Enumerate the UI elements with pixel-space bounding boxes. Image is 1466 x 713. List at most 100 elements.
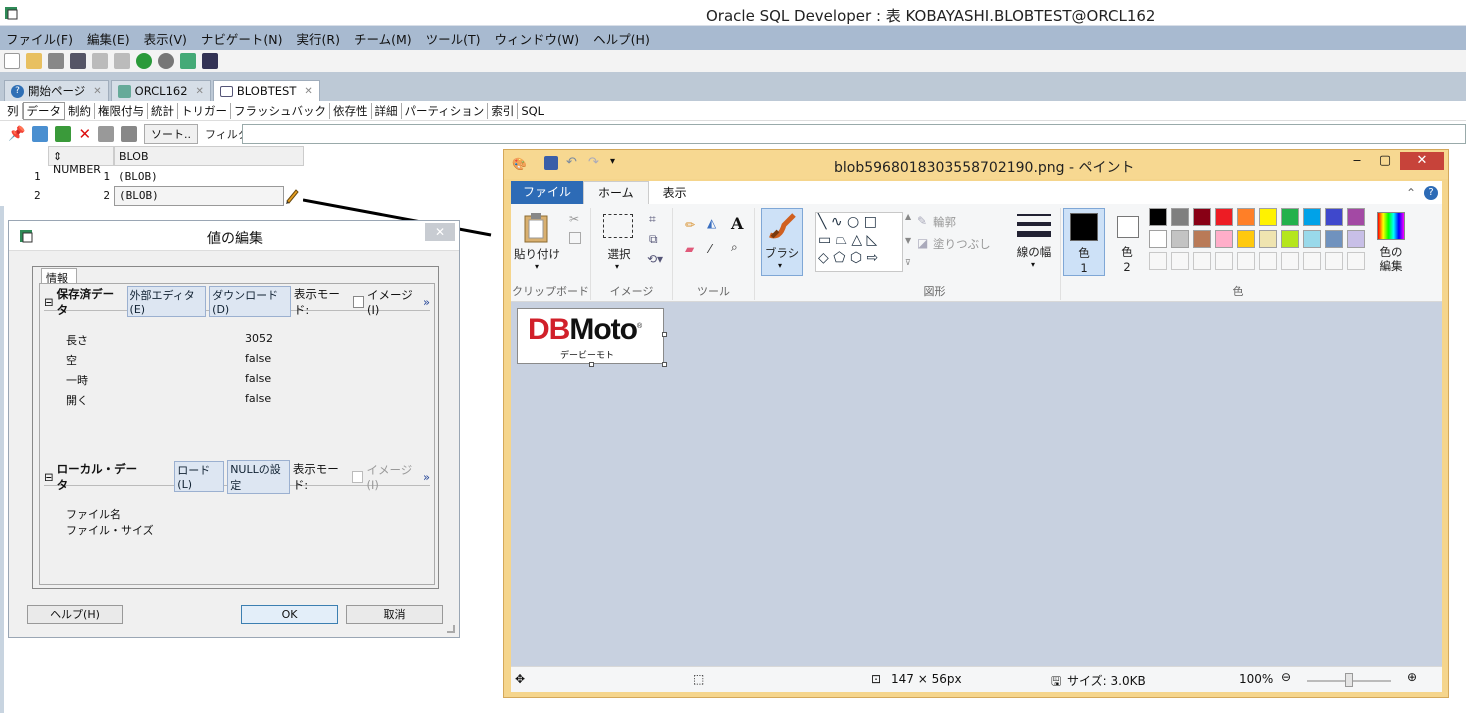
expand-gallery-icon[interactable]: ⊽ xyxy=(905,258,911,267)
close-tab-icon[interactable]: ✕ xyxy=(93,86,101,97)
redo-icon[interactable]: ↷ xyxy=(588,155,599,170)
cell-blob[interactable]: (BLOB) xyxy=(114,167,284,187)
pin-icon[interactable]: 📌 xyxy=(8,126,25,142)
palette-color-swatch[interactable] xyxy=(1325,208,1343,226)
menu-tools[interactable]: ツール(T) xyxy=(426,29,481,48)
more-chevron-icon[interactable]: » xyxy=(423,295,430,309)
copy-icon[interactable] xyxy=(569,232,581,244)
collapse-ribbon-icon[interactable]: ⌃ xyxy=(1406,186,1416,200)
palette-color-swatch[interactable] xyxy=(1171,208,1189,226)
palette-color-swatch[interactable] xyxy=(1237,230,1255,248)
tab-home[interactable]: ホーム xyxy=(583,181,649,204)
palette-custom-slot[interactable] xyxy=(1149,252,1167,270)
new-icon[interactable] xyxy=(4,53,20,69)
close-tab-icon[interactable]: ✕ xyxy=(304,86,312,97)
fill-icon[interactable]: ◪ xyxy=(917,236,928,250)
palette-color-swatch[interactable] xyxy=(1149,230,1167,248)
subtab-flashback[interactable]: フラッシュバック xyxy=(231,102,330,119)
open-folder-icon[interactable] xyxy=(26,53,42,69)
minimize-icon[interactable]: ‒ xyxy=(1344,152,1370,170)
quick-save-icon[interactable] xyxy=(544,156,558,170)
image-checkbox[interactable] xyxy=(352,470,364,483)
palette-color-swatch[interactable] xyxy=(1171,230,1189,248)
palette-color-swatch[interactable] xyxy=(1347,208,1365,226)
select-icon[interactable] xyxy=(603,214,633,238)
commit-icon[interactable] xyxy=(98,125,115,142)
subtab-statistics[interactable]: 統計 xyxy=(148,102,178,119)
subtab-indexes[interactable]: 索引 xyxy=(488,102,519,119)
filter-input[interactable] xyxy=(242,124,1466,144)
subtab-constraints[interactable]: 制約 xyxy=(65,102,95,119)
palette-custom-slot[interactable] xyxy=(1325,252,1343,270)
fill-button[interactable]: 塗りつぶし xyxy=(933,236,991,252)
palette-color-swatch[interactable] xyxy=(1281,230,1299,248)
eraser-icon[interactable]: ▰ xyxy=(685,242,694,256)
palette-custom-slot[interactable] xyxy=(1347,252,1365,270)
save-all-icon[interactable] xyxy=(70,53,86,69)
palette-custom-slot[interactable] xyxy=(1171,252,1189,270)
sort-button[interactable]: ソート.. xyxy=(144,123,199,144)
color2-button[interactable]: 色 2 xyxy=(1107,208,1147,276)
resize-grip-icon[interactable] xyxy=(447,625,455,633)
binoculars-icon[interactable] xyxy=(202,53,218,69)
customize-quick-access-icon[interactable]: ▾ xyxy=(610,156,615,167)
cut-icon[interactable]: ✂ xyxy=(569,212,579,226)
menu-run[interactable]: 実行(R) xyxy=(297,29,340,48)
menu-navigate[interactable]: ナビゲート(N) xyxy=(201,29,283,48)
select-button[interactable]: 選択 xyxy=(601,246,637,262)
dropdown-arrow-icon[interactable]: ▾ xyxy=(535,262,539,271)
zoom-in-icon[interactable]: ⊕ xyxy=(1407,670,1417,684)
tab-file[interactable]: ファイル xyxy=(511,181,584,204)
paste-button[interactable]: 貼り付け xyxy=(513,246,561,262)
palette-color-swatch[interactable] xyxy=(1325,230,1343,248)
text-tool-icon[interactable]: A xyxy=(731,214,743,233)
paste-clipboard-icon[interactable] xyxy=(523,212,551,244)
external-editor-button[interactable]: 外部エディタ(E) xyxy=(126,286,207,317)
blob-image[interactable]: DBMoto® デービーモト xyxy=(517,308,664,364)
palette-color-swatch[interactable] xyxy=(1281,208,1299,226)
subtab-grants[interactable]: 権限付与 xyxy=(95,102,148,119)
menu-view[interactable]: 表示(V) xyxy=(144,29,187,48)
tab-orcl162[interactable]: ORCL162 ✕ xyxy=(110,80,211,101)
subtab-data[interactable]: データ xyxy=(22,101,65,120)
subtab-partitions[interactable]: パーティション xyxy=(402,102,489,119)
cancel-button[interactable]: 取消 xyxy=(346,605,443,624)
palette-color-swatch[interactable] xyxy=(1237,208,1255,226)
rollback-icon[interactable] xyxy=(121,125,138,142)
tab-start-page[interactable]: ? 開始ページ ✕ xyxy=(4,80,109,101)
set-null-button[interactable]: NULLの設定 xyxy=(227,459,290,494)
subtab-columns[interactable]: 列 xyxy=(4,102,23,119)
undo-icon[interactable]: ↶ xyxy=(566,155,577,170)
close-icon[interactable]: ✕ xyxy=(1400,152,1444,170)
resize-icon[interactable]: ⧉ xyxy=(649,232,658,247)
palette-custom-slot[interactable] xyxy=(1237,252,1255,270)
undo-icon[interactable] xyxy=(92,53,108,69)
tab-blobtest[interactable]: BLOBTEST ✕ xyxy=(212,80,320,101)
subtab-dependencies[interactable]: 依存性 xyxy=(330,102,372,119)
resize-handle-icon[interactable] xyxy=(589,362,594,367)
help-icon[interactable]: ? xyxy=(1424,185,1438,200)
outline-icon[interactable]: ✎ xyxy=(917,214,927,228)
collapse-icon[interactable]: ⊟ xyxy=(44,470,54,484)
paint-canvas-area[interactable]: DBMoto® デービーモト xyxy=(511,302,1442,666)
subtab-details[interactable]: 詳細 xyxy=(372,102,402,119)
tab-info[interactable]: 情報 xyxy=(41,268,77,285)
brush-button[interactable]: ブラシ ▾ xyxy=(761,208,803,276)
palette-color-swatch[interactable] xyxy=(1215,230,1233,248)
delete-row-icon[interactable]: ✕ xyxy=(78,125,91,143)
scroll-down-icon[interactable]: ▼ xyxy=(905,236,911,245)
color-picker-icon[interactable]: ⁄ xyxy=(709,242,711,256)
subtab-triggers[interactable]: トリガー xyxy=(178,102,231,119)
palette-custom-slot[interactable] xyxy=(1259,252,1277,270)
forward-icon[interactable] xyxy=(158,53,174,69)
ok-button[interactable]: OK xyxy=(241,605,338,624)
palette-color-swatch[interactable] xyxy=(1303,208,1321,226)
more-chevron-icon[interactable]: » xyxy=(423,470,430,484)
palette-custom-slot[interactable] xyxy=(1193,252,1211,270)
magnifier-icon[interactable]: ⌕ xyxy=(731,240,738,255)
cell-number[interactable]: 1 xyxy=(48,167,114,187)
close-tab-icon[interactable]: ✕ xyxy=(196,86,204,97)
redo-icon[interactable] xyxy=(114,53,130,69)
back-icon[interactable] xyxy=(136,53,152,69)
palette-color-swatch[interactable] xyxy=(1259,230,1277,248)
